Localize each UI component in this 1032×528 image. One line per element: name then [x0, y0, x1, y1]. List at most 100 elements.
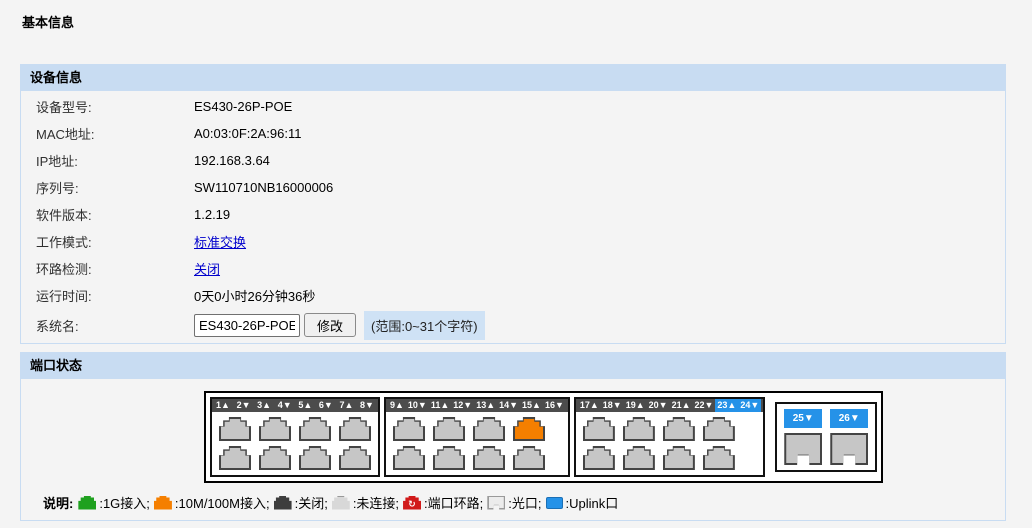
- port-header-17: 17▲: [578, 399, 601, 412]
- work-mode-label: 工作模式:: [36, 232, 194, 251]
- port-24-icon[interactable]: [703, 446, 735, 470]
- port-15-icon[interactable]: [513, 417, 545, 441]
- port-panel-wrap: 1▲2▼3▲4▼5▲6▼7▲8▼9▲10▼11▲12▼13▲14▼15▲16▼1…: [21, 379, 1005, 483]
- port-16-icon[interactable]: [513, 446, 545, 470]
- port-loop-icon: ↻: [403, 496, 421, 510]
- legend-label: :10M/100M接入;: [175, 493, 270, 512]
- serial-number-row: 序列号: SW110710NB16000006: [21, 174, 1005, 201]
- port-header-23: 23▲: [715, 399, 738, 412]
- port-group-header: 17▲18▼19▲20▼21▲22▼23▲24▼: [576, 399, 763, 412]
- firmware-version-label: 软件版本:: [36, 205, 194, 224]
- device-model-value: ES430-26P-POE: [194, 99, 292, 114]
- port-18-icon[interactable]: [583, 446, 615, 470]
- device-model-row: 设备型号: ES430-26P-POE: [21, 93, 1005, 120]
- port-header-16: 16▼: [543, 399, 566, 412]
- port-header-18: 18▼: [601, 399, 624, 412]
- sfp-port-26: 26▼: [830, 409, 868, 465]
- legend-item: :1G接入;: [78, 493, 150, 512]
- port-9-icon[interactable]: [393, 417, 425, 441]
- port-25-icon[interactable]: [784, 433, 822, 465]
- port-header-4: 4▼: [276, 399, 294, 412]
- device-info-header: 设备信息: [20, 64, 1006, 91]
- port-header-8: 8▼: [358, 399, 376, 412]
- port-2-icon[interactable]: [219, 446, 251, 470]
- system-name-input[interactable]: [194, 314, 300, 337]
- port-22-icon[interactable]: [663, 446, 695, 470]
- port-26-icon[interactable]: [830, 433, 868, 465]
- switch-port-panel: 1▲2▼3▲4▼5▲6▼7▲8▼9▲10▼11▲12▼13▲14▼15▲16▼1…: [204, 391, 883, 483]
- legend-label: :1G接入;: [99, 493, 150, 512]
- port-group-header: 1▲2▼3▲4▼5▲6▼7▲8▼: [212, 399, 378, 412]
- modify-button[interactable]: 修改: [304, 313, 356, 337]
- port-disabled-icon: [274, 496, 292, 510]
- port-header-10: 10▼: [406, 399, 429, 412]
- legend-label: :光口;: [508, 493, 541, 512]
- port-group-3: 17▲18▼19▲20▼21▲22▼23▲24▼: [574, 397, 765, 477]
- uplink-port-icon: [546, 497, 563, 509]
- port-header-22: 22▼: [692, 399, 715, 412]
- port-group-1: 1▲2▼3▲4▼5▲6▼7▲8▼: [210, 397, 380, 477]
- port-1-icon[interactable]: [219, 417, 251, 441]
- mac-address-value: A0:03:0F:2A:96:11: [194, 126, 301, 141]
- port-100m-icon: [154, 496, 172, 510]
- loop-detect-row: 环路检测: 关闭: [21, 255, 1005, 282]
- legend-item: :关闭;: [274, 493, 328, 512]
- loop-detect-label: 环路检测:: [36, 259, 194, 278]
- sfp-port-box: 25▼26▼: [775, 402, 877, 472]
- port-5-icon[interactable]: [299, 417, 331, 441]
- port-header-7: 7▲: [337, 399, 355, 412]
- port-10-icon[interactable]: [393, 446, 425, 470]
- device-info-section: 设备信息 设备型号: ES430-26P-POE MAC地址: A0:03:0F…: [20, 64, 1006, 344]
- legend-item: :未连接;: [332, 493, 399, 512]
- uptime-value: 0天0小时26分钟36秒: [194, 286, 315, 305]
- page-title: 基本信息: [0, 0, 1032, 31]
- port-unconnected-icon: [332, 496, 350, 510]
- port-header-14: 14▼: [497, 399, 520, 412]
- legend-prefix: 说明:: [43, 493, 73, 512]
- port-status-header: 端口状态: [20, 352, 1006, 379]
- port-6-icon[interactable]: [299, 446, 331, 470]
- legend-item: :Uplink口: [546, 493, 619, 512]
- port-19-icon[interactable]: [623, 417, 655, 441]
- legend-label: :Uplink口: [566, 493, 619, 512]
- ip-address-label: IP地址:: [36, 151, 194, 170]
- port-header-20: 20▼: [647, 399, 670, 412]
- port-grid: [386, 412, 568, 475]
- port-13-icon[interactable]: [473, 417, 505, 441]
- work-mode-row: 工作模式: 标准交换: [21, 228, 1005, 255]
- port-header-15: 15▲: [520, 399, 543, 412]
- work-mode-link[interactable]: 标准交换: [194, 232, 246, 251]
- legend-label: :未连接;: [353, 493, 399, 512]
- serial-number-label: 序列号:: [36, 178, 194, 197]
- port-grid: [212, 412, 378, 475]
- port-header-13: 13▲: [474, 399, 497, 412]
- system-name-label: 系统名:: [36, 316, 194, 335]
- legend-label: :端口环路;: [424, 493, 483, 512]
- port-17-icon[interactable]: [583, 417, 615, 441]
- port-header-19: 19▲: [624, 399, 647, 412]
- ip-address-value: 192.168.3.64: [194, 153, 270, 168]
- port-header-26: 26▼: [830, 409, 868, 428]
- port-23-icon[interactable]: [703, 417, 735, 441]
- port-20-icon[interactable]: [623, 446, 655, 470]
- port-header-6: 6▼: [317, 399, 335, 412]
- port-group-header: 9▲10▼11▲12▼13▲14▼15▲16▼: [386, 399, 568, 412]
- system-name-row: 系统名: 修改 (范围:0~31个字符): [21, 309, 1005, 341]
- port-8-icon[interactable]: [339, 446, 371, 470]
- port-header-3: 3▲: [255, 399, 273, 412]
- port-11-icon[interactable]: [433, 417, 465, 441]
- port-21-icon[interactable]: [663, 417, 695, 441]
- port-header-2: 2▼: [235, 399, 253, 412]
- port-1g-icon: [78, 496, 96, 510]
- port-7-icon[interactable]: [339, 417, 371, 441]
- loop-detect-link[interactable]: 关闭: [194, 259, 220, 278]
- ip-address-row: IP地址: 192.168.3.64: [21, 147, 1005, 174]
- port-4-icon[interactable]: [259, 446, 291, 470]
- port-header-9: 9▲: [388, 399, 406, 412]
- port-12-icon[interactable]: [433, 446, 465, 470]
- port-3-icon[interactable]: [259, 417, 291, 441]
- port-header-5: 5▲: [296, 399, 314, 412]
- port-header-21: 21▲: [670, 399, 693, 412]
- legend-item: :10M/100M接入;: [154, 493, 270, 512]
- port-14-icon[interactable]: [473, 446, 505, 470]
